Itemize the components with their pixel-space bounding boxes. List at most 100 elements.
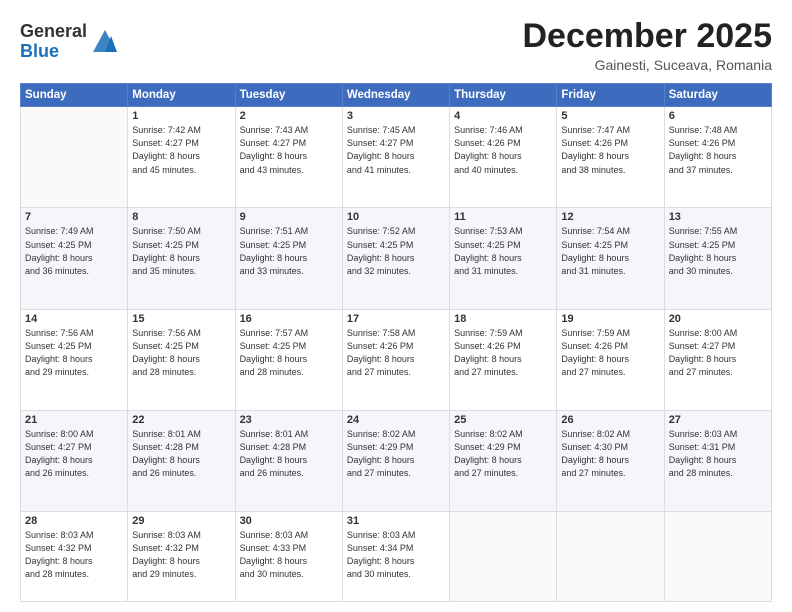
- calendar-cell: 13 Sunrise: 7:55 AMSunset: 4:25 PMDayligh…: [664, 208, 771, 309]
- calendar-cell: [450, 511, 557, 601]
- header: General Blue December 2025 Gainesti, Suc…: [20, 18, 772, 73]
- day-number: 19: [561, 313, 659, 325]
- calendar-cell: 22 Sunrise: 8:01 AMSunset: 4:28 PMDayligh…: [128, 410, 235, 511]
- day-info: Sunrise: 8:03 AMSunset: 4:31 PMDaylight:…: [669, 428, 767, 480]
- calendar-cell: 26Sunrise: 8:02 AMSunset: 4:30 PMDayligh…: [557, 410, 664, 511]
- calendar-table: SundayMondayTuesdayWednesdayThursdayFrid…: [20, 83, 772, 602]
- day-number: 15: [132, 313, 230, 325]
- day-info: Sunrise: 7:55 AMSunset: 4:25 PMDaylight:…: [669, 225, 767, 277]
- calendar-cell: 14Sunrise: 7:56 AMSunset: 4:25 PMDayligh…: [21, 309, 128, 410]
- day-number: 6: [669, 110, 767, 122]
- calendar-cell: 18 Sunrise: 7:59 AMSunset: 4:26 PMDayligh…: [450, 309, 557, 410]
- day-number: 4: [454, 110, 552, 122]
- day-info: Sunrise: 7:59 AMSunset: 4:26 PMDaylight:…: [561, 327, 659, 379]
- day-info: Sunrise: 7:50 AMSunset: 4:25 PMDaylight:…: [132, 225, 230, 277]
- day-info: Sunrise: 7:56 AMSunset: 4:25 PMDaylight:…: [132, 327, 230, 379]
- calendar-week-row: 14Sunrise: 7:56 AMSunset: 4:25 PMDayligh…: [21, 309, 772, 410]
- day-info: Sunrise: 8:03 AMSunset: 4:32 PMDaylight:…: [132, 529, 230, 581]
- day-info: Sunrise: 7:57 AMSunset: 4:25 PMDaylight:…: [240, 327, 338, 379]
- calendar-cell: 27 Sunrise: 8:03 AMSunset: 4:31 PMDayligh…: [664, 410, 771, 511]
- day-number: 22: [132, 414, 230, 426]
- day-info: Sunrise: 7:48 AMSunset: 4:26 PMDaylight:…: [669, 124, 767, 176]
- logo-text: General Blue: [20, 22, 119, 62]
- day-info: Sunrise: 7:59 AMSunset: 4:26 PMDaylight:…: [454, 327, 552, 379]
- day-number: 13: [669, 211, 767, 223]
- logo: General Blue: [20, 22, 119, 62]
- calendar-cell: [557, 511, 664, 601]
- calendar-cell: 6 Sunrise: 7:48 AMSunset: 4:26 PMDaylight…: [664, 107, 771, 208]
- day-info: Sunrise: 7:51 AMSunset: 4:25 PMDaylight:…: [240, 225, 338, 277]
- day-info: Sunrise: 7:43 AMSunset: 4:27 PMDaylight:…: [240, 124, 338, 176]
- day-info: Sunrise: 7:49 AMSunset: 4:25 PMDaylight:…: [25, 225, 123, 277]
- calendar-cell: 4 Sunrise: 7:46 AMSunset: 4:26 PMDaylight…: [450, 107, 557, 208]
- calendar-week-row: 1 Sunrise: 7:42 AMSunset: 4:27 PMDaylight…: [21, 107, 772, 208]
- day-info: Sunrise: 8:03 AMSunset: 4:33 PMDaylight:…: [240, 529, 338, 581]
- calendar-cell: 23 Sunrise: 8:01 AMSunset: 4:28 PMDayligh…: [235, 410, 342, 511]
- calendar-week-row: 7 Sunrise: 7:49 AMSunset: 4:25 PMDaylight…: [21, 208, 772, 309]
- day-info: Sunrise: 7:58 AMSunset: 4:26 PMDaylight:…: [347, 327, 445, 379]
- title-block: December 2025 Gainesti, Suceava, Romania: [522, 18, 772, 73]
- calendar-cell: 20Sunrise: 8:00 AMSunset: 4:27 PMDayligh…: [664, 309, 771, 410]
- day-number: 2: [240, 110, 338, 122]
- day-info: Sunrise: 7:45 AMSunset: 4:27 PMDaylight:…: [347, 124, 445, 176]
- day-info: Sunrise: 8:01 AMSunset: 4:28 PMDaylight:…: [240, 428, 338, 480]
- day-number: 23: [240, 414, 338, 426]
- calendar-cell: 24 Sunrise: 8:02 AMSunset: 4:29 PMDayligh…: [342, 410, 449, 511]
- day-number: 5: [561, 110, 659, 122]
- calendar-cell: 1 Sunrise: 7:42 AMSunset: 4:27 PMDaylight…: [128, 107, 235, 208]
- calendar-cell: 29 Sunrise: 8:03 AMSunset: 4:32 PMDayligh…: [128, 511, 235, 601]
- calendar-cell: 28 Sunrise: 8:03 AMSunset: 4:32 PMDayligh…: [21, 511, 128, 601]
- weekday-header-friday: Friday: [557, 84, 664, 107]
- calendar-cell: 15 Sunrise: 7:56 AMSunset: 4:25 PMDayligh…: [128, 309, 235, 410]
- calendar-cell: [664, 511, 771, 601]
- calendar-cell: 11 Sunrise: 7:53 AMSunset: 4:25 PMDayligh…: [450, 208, 557, 309]
- calendar-cell: 16Sunrise: 7:57 AMSunset: 4:25 PMDayligh…: [235, 309, 342, 410]
- logo-blue: Blue: [20, 41, 59, 61]
- day-number: 7: [25, 211, 123, 223]
- calendar-cell: 31 Sunrise: 8:03 AMSunset: 4:34 PMDayligh…: [342, 511, 449, 601]
- day-number: 30: [240, 515, 338, 527]
- day-info: Sunrise: 8:03 AMSunset: 4:32 PMDaylight:…: [25, 529, 123, 581]
- day-number: 11: [454, 211, 552, 223]
- calendar-cell: 8 Sunrise: 7:50 AMSunset: 4:25 PMDaylight…: [128, 208, 235, 309]
- day-info: Sunrise: 8:00 AMSunset: 4:27 PMDaylight:…: [25, 428, 123, 480]
- day-info: Sunrise: 7:56 AMSunset: 4:25 PMDaylight:…: [25, 327, 123, 379]
- day-number: 29: [132, 515, 230, 527]
- day-number: 20: [669, 313, 767, 325]
- day-number: 27: [669, 414, 767, 426]
- calendar-cell: 10Sunrise: 7:52 AMSunset: 4:25 PMDayligh…: [342, 208, 449, 309]
- logo-icon: [91, 28, 119, 56]
- weekday-header-tuesday: Tuesday: [235, 84, 342, 107]
- weekday-header-thursday: Thursday: [450, 84, 557, 107]
- day-number: 8: [132, 211, 230, 223]
- calendar-cell: 25Sunrise: 8:02 AMSunset: 4:29 PMDayligh…: [450, 410, 557, 511]
- calendar-week-row: 28 Sunrise: 8:03 AMSunset: 4:32 PMDayligh…: [21, 511, 772, 601]
- day-number: 3: [347, 110, 445, 122]
- day-info: Sunrise: 8:02 AMSunset: 4:30 PMDaylight:…: [561, 428, 659, 480]
- day-info: Sunrise: 8:01 AMSunset: 4:28 PMDaylight:…: [132, 428, 230, 480]
- day-info: Sunrise: 7:46 AMSunset: 4:26 PMDaylight:…: [454, 124, 552, 176]
- day-number: 31: [347, 515, 445, 527]
- day-number: 24: [347, 414, 445, 426]
- day-number: 18: [454, 313, 552, 325]
- day-number: 28: [25, 515, 123, 527]
- calendar-week-row: 21 Sunrise: 8:00 AMSunset: 4:27 PMDayligh…: [21, 410, 772, 511]
- calendar-cell: 2 Sunrise: 7:43 AMSunset: 4:27 PMDaylight…: [235, 107, 342, 208]
- day-number: 12: [561, 211, 659, 223]
- calendar-cell: 21 Sunrise: 8:00 AMSunset: 4:27 PMDayligh…: [21, 410, 128, 511]
- day-number: 9: [240, 211, 338, 223]
- calendar-cell: 17 Sunrise: 7:58 AMSunset: 4:26 PMDayligh…: [342, 309, 449, 410]
- day-number: 1: [132, 110, 230, 122]
- weekday-header-sunday: Sunday: [21, 84, 128, 107]
- day-info: Sunrise: 7:53 AMSunset: 4:25 PMDaylight:…: [454, 225, 552, 277]
- weekday-header-row: SundayMondayTuesdayWednesdayThursdayFrid…: [21, 84, 772, 107]
- day-info: Sunrise: 8:02 AMSunset: 4:29 PMDaylight:…: [347, 428, 445, 480]
- day-number: 17: [347, 313, 445, 325]
- day-info: Sunrise: 7:47 AMSunset: 4:26 PMDaylight:…: [561, 124, 659, 176]
- day-info: Sunrise: 7:42 AMSunset: 4:27 PMDaylight:…: [132, 124, 230, 176]
- day-number: 21: [25, 414, 123, 426]
- calendar-cell: 7 Sunrise: 7:49 AMSunset: 4:25 PMDaylight…: [21, 208, 128, 309]
- location: Gainesti, Suceava, Romania: [522, 57, 772, 73]
- weekday-header-wednesday: Wednesday: [342, 84, 449, 107]
- day-info: Sunrise: 8:03 AMSunset: 4:34 PMDaylight:…: [347, 529, 445, 581]
